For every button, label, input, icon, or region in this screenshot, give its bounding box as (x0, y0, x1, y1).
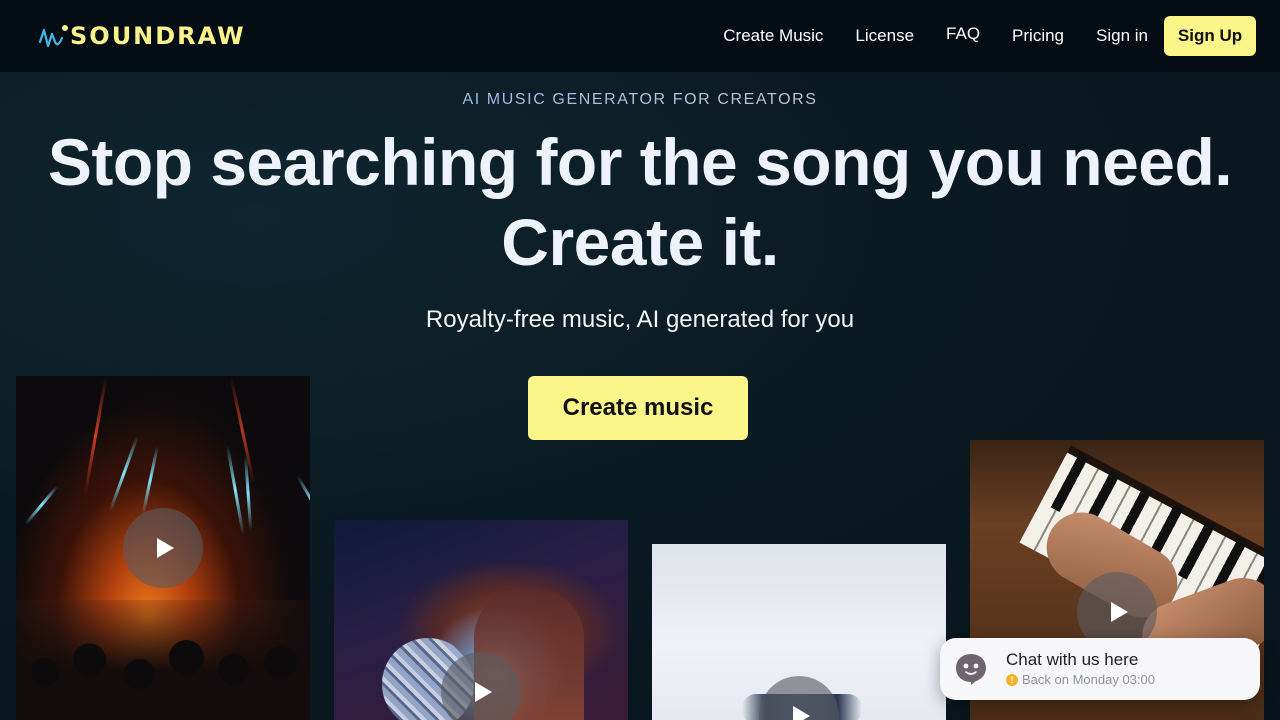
create-music-button[interactable]: Create music (528, 376, 748, 440)
hero-headline: Stop searching for the song you need. Cr… (0, 122, 1280, 282)
soundraw-logo[interactable]: SOUNDRAW (38, 20, 246, 52)
chat-title: Chat with us here (1006, 650, 1139, 669)
chat-bot-avatar-icon (956, 654, 986, 685)
hero-eyebrow: AI MUSIC GENERATOR FOR CREATORS (0, 91, 1280, 109)
hero-subtitle: Royalty-free music, AI generated for you (425, 306, 855, 333)
play-button[interactable] (759, 676, 839, 720)
nav-sign-in[interactable]: Sign in (1096, 26, 1148, 46)
play-button[interactable] (123, 508, 203, 588)
play-icon (1111, 602, 1128, 622)
warning-icon: ! (1006, 673, 1018, 686)
wave-logo-icon (38, 25, 68, 48)
sign-up-button[interactable]: Sign Up (1164, 16, 1256, 56)
nav-create-music[interactable]: Create Music (723, 26, 823, 46)
nav-license[interactable]: License (855, 26, 914, 46)
nav-pricing[interactable]: Pricing (1012, 26, 1064, 46)
chat-widget[interactable]: Chat with us here ! Back on Monday 03:00 (940, 638, 1260, 700)
chat-status: ! Back on Monday 03:00 (1006, 672, 1155, 687)
hall-video-card[interactable] (652, 544, 946, 720)
main-nav: Create Music License FAQ Pricing Sign in… (723, 16, 1256, 56)
disco-video-card[interactable] (334, 520, 628, 720)
headline-line-1: Stop searching for the song you need. (47, 125, 1233, 199)
play-icon (793, 706, 810, 720)
play-icon (475, 682, 492, 702)
chat-status-text: Back on Monday 03:00 (1022, 672, 1155, 687)
crowd-silhouette (16, 600, 310, 720)
play-icon (157, 538, 174, 558)
concert-video-card[interactable] (16, 376, 310, 720)
site-header: SOUNDRAW Create Music License FAQ Pricin… (0, 0, 1280, 72)
nav-faq[interactable]: FAQ (946, 24, 980, 44)
logo-text: SOUNDRAW (70, 22, 246, 50)
headline-line-2: Create it. (501, 205, 779, 279)
